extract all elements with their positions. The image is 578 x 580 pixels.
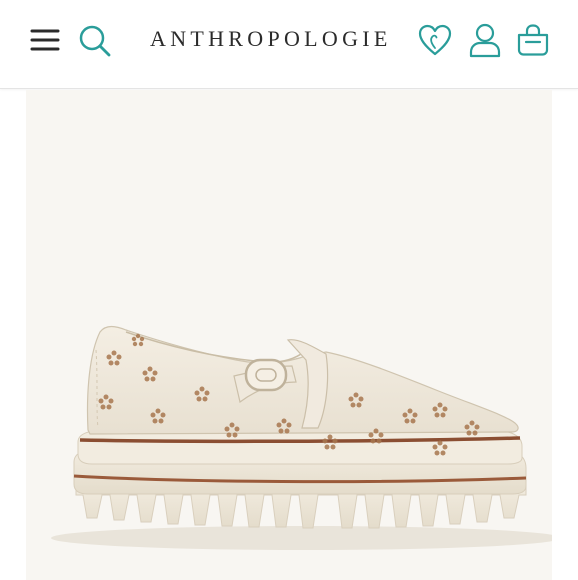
site-header: ANTHROPOLOGIE: [0, 0, 578, 89]
search-icon[interactable]: [78, 24, 112, 58]
user-icon[interactable]: [468, 22, 502, 58]
heart-icon[interactable]: [418, 24, 452, 56]
shoe-illustration: [51, 325, 552, 550]
brand-logo[interactable]: ANTHROPOLOGIE: [150, 26, 392, 52]
shopping-bag-icon[interactable]: [516, 24, 550, 56]
hamburger-menu-icon[interactable]: [30, 28, 60, 52]
product-image[interactable]: [26, 90, 552, 580]
